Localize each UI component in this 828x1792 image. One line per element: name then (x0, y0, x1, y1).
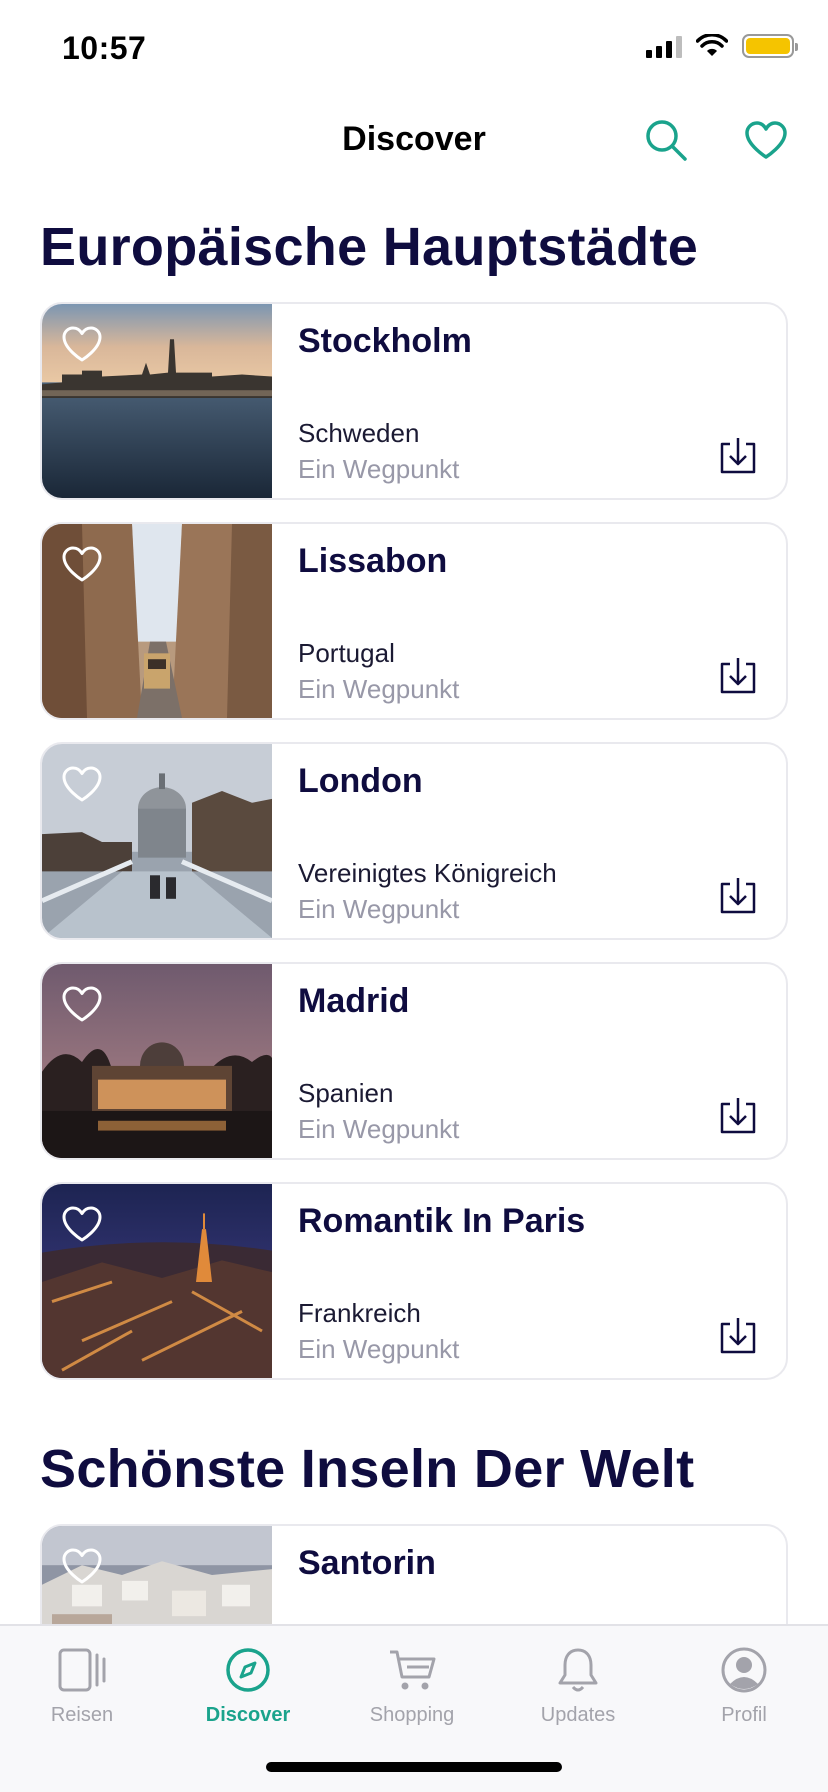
favorite-heart-icon[interactable] (60, 1202, 104, 1246)
status-bar: 10:57 (0, 0, 828, 100)
wifi-icon (696, 34, 728, 56)
status-icons (646, 34, 798, 58)
download-icon[interactable] (718, 656, 758, 696)
card-title: Lissabon (298, 542, 448, 580)
trip-card-madrid[interactable]: Madrid Spanien Ein Wegpunkt (40, 962, 788, 1160)
trip-card-stockholm[interactable]: Stockholm Schweden Ein Wegpunkt (40, 302, 788, 500)
favorite-heart-icon[interactable] (60, 762, 104, 806)
favorite-heart-icon[interactable] (60, 1544, 104, 1588)
trip-card-london[interactable]: London Vereinigtes Königreich Ein Wegpun… (40, 742, 788, 940)
section-title-islands: Schönste Inseln Der Welt (40, 1439, 695, 1499)
card-waypoints: Ein Wegpunkt (298, 454, 460, 484)
card-waypoints: Ein Wegpunkt (298, 674, 460, 704)
card-waypoints: Ein Wegpunkt (298, 1334, 460, 1364)
favorite-heart-icon[interactable] (60, 322, 104, 366)
card-title: Santorin (298, 1544, 436, 1582)
tab-label: Discover (205, 1704, 291, 1726)
download-icon[interactable] (718, 436, 758, 476)
cellular-signal-icon (646, 34, 682, 58)
search-button[interactable] (640, 114, 692, 166)
cart-icon (390, 1650, 436, 1690)
favorite-heart-icon[interactable] (60, 982, 104, 1026)
card-title: Romantik In Paris (298, 1202, 586, 1240)
search-icon (646, 120, 687, 161)
tab-label: Profil (721, 1704, 767, 1726)
trip-card-lissabon[interactable]: Lissabon Portugal Ein Wegpunkt (40, 522, 788, 720)
tab-label: Updates (540, 1704, 616, 1726)
favorite-heart-icon[interactable] (60, 542, 104, 586)
card-country: Frankreich (298, 1298, 421, 1328)
compass-icon (226, 1648, 270, 1692)
favorites-button[interactable] (740, 114, 792, 166)
tab-profil[interactable]: Profil (684, 1644, 804, 1727)
card-country: Schweden (298, 418, 420, 448)
download-icon[interactable] (718, 1096, 758, 1136)
card-country: Vereinigtes Königreich (298, 858, 557, 888)
download-icon[interactable] (718, 876, 758, 916)
tab-discover[interactable]: Discover (188, 1644, 308, 1727)
download-icon[interactable] (718, 1316, 758, 1356)
tab-reisen[interactable]: Reisen (22, 1644, 142, 1727)
card-country: Portugal (298, 638, 395, 668)
tab-updates[interactable]: Updates (518, 1644, 638, 1727)
tab-shopping[interactable]: Shopping (352, 1644, 472, 1727)
card-country: Spanien (298, 1078, 394, 1108)
nav-header: Discover (0, 100, 828, 180)
bell-icon (558, 1648, 598, 1692)
battery-icon (742, 34, 798, 58)
card-title: Stockholm (298, 322, 472, 360)
page-title: Discover (342, 120, 486, 158)
profile-icon (721, 1647, 767, 1693)
tab-label: Reisen (50, 1704, 114, 1726)
tab-label: Shopping (369, 1704, 455, 1726)
card-title: Madrid (298, 982, 410, 1020)
card-title: London (298, 762, 423, 800)
heart-icon (745, 121, 787, 159)
status-time: 10:57 (62, 30, 147, 66)
tablet-icon (58, 1648, 106, 1692)
trip-card-paris[interactable]: Romantik In Paris Frankreich Ein Wegpunk… (40, 1182, 788, 1380)
home-indicator[interactable] (266, 1762, 562, 1772)
card-waypoints: Ein Wegpunkt (298, 894, 460, 924)
card-waypoints: Ein Wegpunkt (298, 1114, 460, 1144)
section-title-capitals: Europäische Hauptstädte (40, 217, 699, 277)
